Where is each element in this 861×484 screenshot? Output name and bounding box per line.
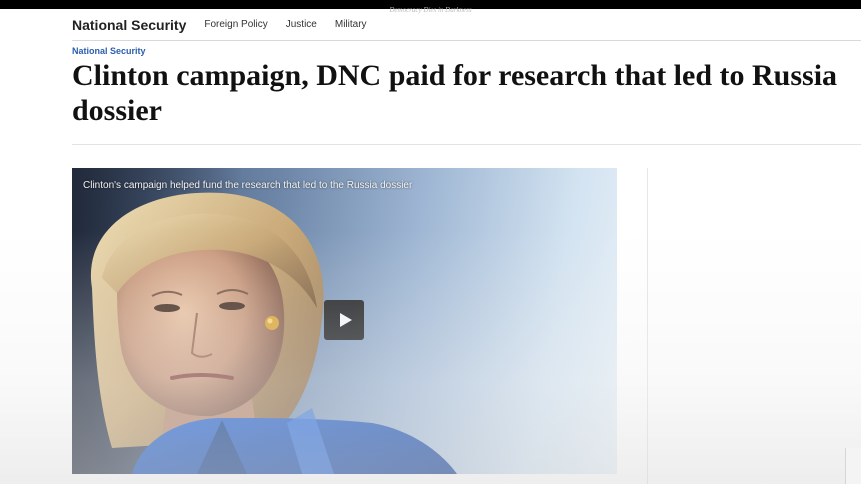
video-caption: Clinton's campaign helped fund the resea…: [83, 180, 413, 191]
play-icon: [339, 313, 352, 327]
nav-link-justice[interactable]: Justice: [286, 19, 317, 30]
masthead-strip: Democracy Dies in Darkness: [0, 0, 861, 14]
article-kicker[interactable]: National Security: [72, 46, 146, 56]
nav-link-foreign-policy[interactable]: Foreign Policy: [204, 19, 267, 30]
headline-line-1: Clinton campaign, DNC paid for research …: [72, 59, 838, 92]
play-button[interactable]: [324, 300, 364, 340]
corner-widget: [845, 448, 861, 484]
header-divider: [72, 144, 861, 145]
nav-link-military[interactable]: Military: [335, 19, 367, 30]
sidebar-divider: [647, 168, 648, 484]
headline-line-2: dossier: [72, 94, 162, 127]
video-player[interactable]: Clinton's campaign helped fund the resea…: [72, 168, 617, 474]
nav-section-title[interactable]: National Security: [72, 17, 186, 33]
article-headline: Clinton campaign, DNC paid for research …: [72, 58, 861, 128]
section-nav: National Security Foreign Policy Justice…: [72, 9, 861, 41]
